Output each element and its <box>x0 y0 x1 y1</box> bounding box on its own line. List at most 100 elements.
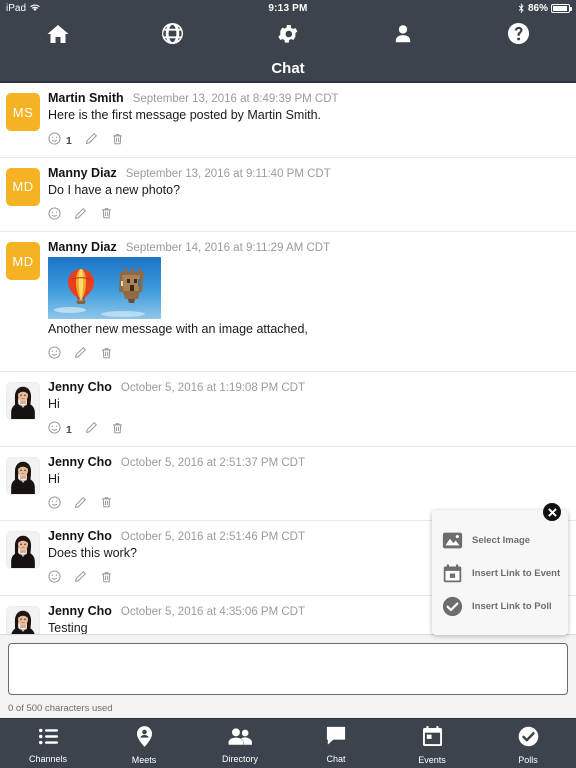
menu-item-insert-link-to-poll[interactable]: Insert Link to Poll <box>432 590 568 623</box>
tab-polls[interactable]: Polls <box>480 719 576 768</box>
avatar <box>6 381 40 420</box>
edit-button[interactable] <box>85 132 98 150</box>
message-actions <box>48 341 568 371</box>
message-body: Manny Diaz September 13, 2016 at 9:11:40 … <box>40 166 576 232</box>
status-bar-right: 86% <box>518 3 572 14</box>
message-author: Jenny Cho <box>48 529 112 544</box>
message-actions: 1 <box>48 416 568 446</box>
message-row: Jenny Cho October 5, 2016 at 2:51:37 PM C… <box>0 445 576 521</box>
tab-label: Events <box>418 754 446 765</box>
avatar-initials: MS <box>12 104 34 120</box>
message-body: Jenny Cho October 5, 2016 at 1:19:08 PM C… <box>40 380 576 446</box>
home-icon <box>46 23 70 50</box>
message-author: Manny Diaz <box>48 165 117 180</box>
reaction-count: 1 <box>66 424 72 436</box>
tab-directory[interactable]: Directory <box>192 719 288 768</box>
question-mark-icon <box>507 22 530 50</box>
avatar <box>6 605 40 634</box>
react-button[interactable] <box>48 496 61 514</box>
attachment-menu-popup: Select Image Insert Link to Event Insert… <box>432 503 568 635</box>
react-button[interactable] <box>48 207 61 225</box>
edit-button[interactable] <box>74 570 87 588</box>
delete-button[interactable] <box>111 421 124 440</box>
react-button[interactable] <box>48 346 61 364</box>
message-author: Jenny Cho <box>48 603 112 618</box>
speech-bubble-icon <box>325 726 347 751</box>
trash-icon <box>100 346 113 365</box>
calendar-icon <box>442 563 463 584</box>
tab-chat[interactable]: Chat <box>288 719 384 768</box>
pencil-icon <box>85 421 98 439</box>
react-button[interactable]: 1 <box>48 421 72 439</box>
message-row: Jenny Cho October 5, 2016 at 1:19:08 PM C… <box>0 370 576 446</box>
tab-label: Directory <box>221 753 258 764</box>
pencil-icon <box>74 346 87 364</box>
tab-label: Meets <box>131 754 157 765</box>
edit-button[interactable] <box>74 346 87 364</box>
tab-events[interactable]: Events <box>384 719 480 768</box>
message-author: Jenny Cho <box>48 454 112 469</box>
nav-help-button[interactable] <box>461 16 576 56</box>
clock-label: 9:13 PM <box>268 2 308 14</box>
edit-button[interactable] <box>85 421 98 439</box>
smiley-face-icon <box>48 496 61 514</box>
image-icon <box>442 530 463 551</box>
message-text: Here is the first message posted by Mart… <box>48 108 322 122</box>
tab-label: Polls <box>518 754 538 765</box>
nav-settings-button[interactable] <box>230 16 345 56</box>
menu-item-insert-link-to-event[interactable]: Insert Link to Event <box>432 557 568 590</box>
delete-button[interactable] <box>100 346 113 365</box>
message-actions <box>48 201 568 231</box>
character-count-label: 0 of 500 characters used <box>8 703 113 714</box>
react-button[interactable]: 1 <box>48 132 72 150</box>
message-author: Manny Diaz <box>48 240 117 255</box>
nav-profile-button[interactable] <box>346 16 461 56</box>
map-pin-person-icon <box>136 725 153 752</box>
menu-item-label: Insert Link to Event <box>472 568 561 579</box>
trash-icon <box>100 570 113 589</box>
menu-item-label: Insert Link to Poll <box>472 601 552 612</box>
message-timestamp: October 5, 2016 at 2:51:46 PM CDT <box>120 531 306 544</box>
ios-status-bar: iPad 9:13 PM 86% <box>0 0 576 16</box>
check-circle-icon <box>442 596 463 617</box>
edit-button[interactable] <box>74 207 87 225</box>
globe-icon <box>161 22 184 50</box>
page-title: Chat <box>0 56 576 83</box>
smiley-face-icon <box>48 421 61 439</box>
react-button[interactable] <box>48 570 61 588</box>
avatar-initials: MD <box>12 253 34 269</box>
delete-button[interactable] <box>100 570 113 589</box>
chat-app-screen: iPad 9:13 PM 86% Chat MS Martin Smith Se… <box>0 0 576 768</box>
delete-button[interactable] <box>100 206 113 225</box>
message-input[interactable] <box>8 643 568 695</box>
trash-icon <box>100 495 113 514</box>
nav-globe-button[interactable] <box>115 16 230 56</box>
tab-meets[interactable]: Meets <box>96 719 192 768</box>
people-icon <box>228 727 252 751</box>
tab-channels[interactable]: Channels <box>0 719 96 768</box>
delete-button[interactable] <box>111 132 124 151</box>
avatar: MD <box>6 167 40 206</box>
edit-button[interactable] <box>74 496 87 514</box>
list-icon <box>38 727 59 751</box>
pencil-icon <box>85 132 98 150</box>
bluetooth-icon <box>518 3 525 14</box>
avatar <box>6 531 40 570</box>
message-composer: 0 of 500 characters used Select Image In… <box>0 503 576 718</box>
message-timestamp: September 13, 2016 at 9:11:40 PM CDT <box>125 167 331 180</box>
nav-home-button[interactable] <box>0 16 115 56</box>
person-icon <box>392 23 414 50</box>
menu-item-select-image[interactable]: Select Image <box>432 524 568 557</box>
close-icon[interactable] <box>543 503 561 521</box>
message-header: Martin Smith September 13, 2016 at 8:49:3… <box>48 91 568 105</box>
delete-button[interactable] <box>100 495 113 514</box>
message-body: Manny Diaz September 14, 2016 at 9:11:29 … <box>40 240 576 371</box>
calendar-icon <box>422 725 442 752</box>
message-text: Hi <box>48 396 60 411</box>
tab-label: Chat <box>326 754 346 764</box>
message-timestamp: October 5, 2016 at 1:19:08 PM CDT <box>120 381 306 394</box>
pencil-icon <box>74 496 87 514</box>
message-header: Jenny Cho October 5, 2016 at 1:19:08 PM C… <box>48 380 568 394</box>
message-image-attachment[interactable] <box>48 257 161 320</box>
message-row: MD Manny Diaz September 13, 2016 at 9:11:4… <box>0 156 576 232</box>
